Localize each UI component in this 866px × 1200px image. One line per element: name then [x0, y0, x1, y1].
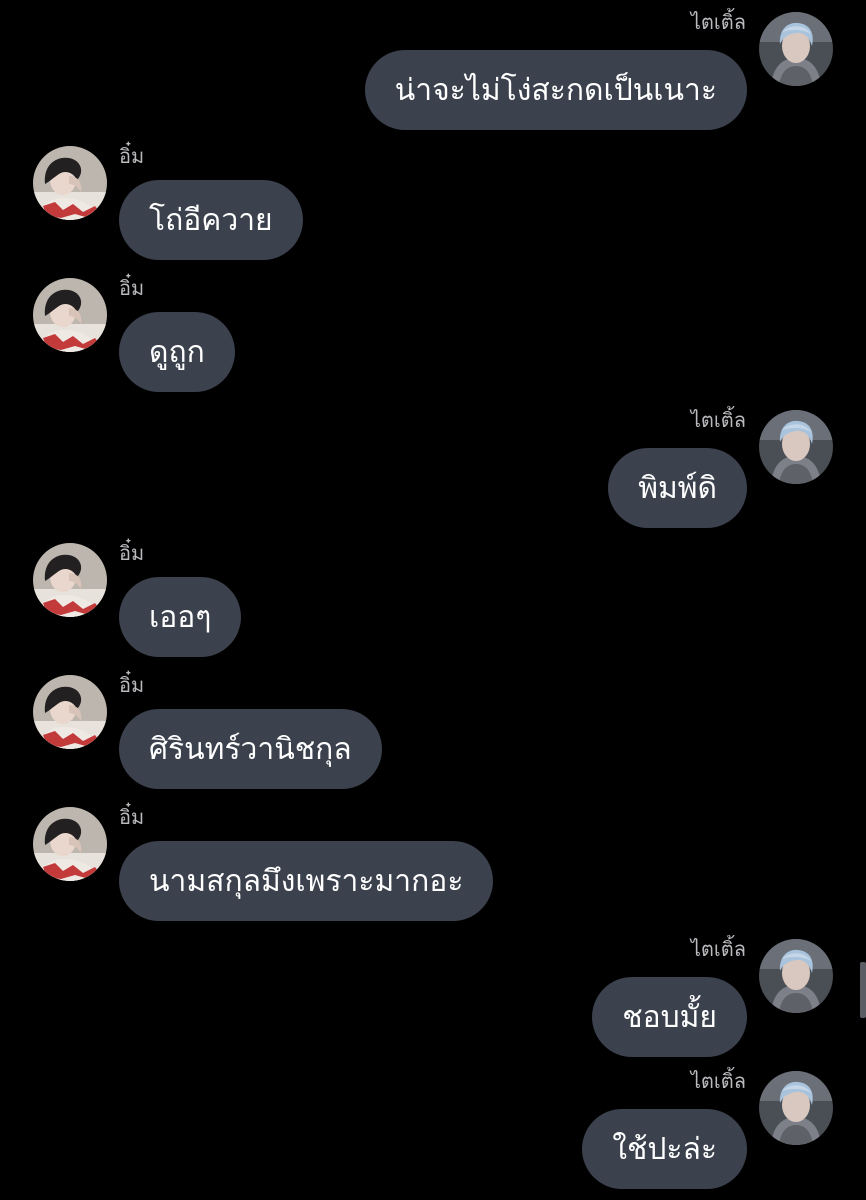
profile-photo-dark-hair-icon	[33, 278, 107, 352]
message-bubble-incoming[interactable]: นามสกุลมึงเพราะมากอะ	[119, 841, 494, 921]
message-bubble-outgoing[interactable]: น่าจะไม่โง่สะกดเป็นเนาะ	[364, 50, 747, 130]
avatar[interactable]	[33, 675, 107, 749]
message-bubble-outgoing[interactable]: พิมพ์ดิ	[608, 448, 747, 528]
avatar[interactable]	[759, 1071, 833, 1145]
message-bubble-outgoing[interactable]: ชอบมั้ย	[592, 977, 747, 1057]
scrollbar-thumb[interactable]	[860, 962, 866, 1018]
sender-name: ไตเติ้ล	[690, 10, 746, 34]
sender-name: อิ๋ม	[119, 144, 145, 168]
message-bubble-incoming[interactable]: ดูถูก	[119, 312, 235, 392]
avatar[interactable]	[759, 12, 833, 86]
sender-name: อิ๋ม	[119, 276, 145, 300]
profile-photo-light-hair-icon	[759, 410, 833, 484]
profile-photo-light-hair-icon	[759, 939, 833, 1013]
profile-photo-light-hair-icon	[759, 1071, 833, 1145]
message-bubble-outgoing[interactable]: ใช้ปะล่ะ	[582, 1109, 747, 1189]
sender-name: อิ๋ม	[119, 805, 145, 829]
avatar[interactable]	[33, 543, 107, 617]
avatar[interactable]	[33, 807, 107, 881]
profile-photo-light-hair-icon	[759, 12, 833, 86]
message-bubble-incoming[interactable]: เออๆ	[119, 577, 242, 657]
message-bubble-incoming[interactable]: โถ่อีควาย	[119, 180, 303, 260]
avatar[interactable]	[759, 410, 833, 484]
sender-name: ไตเติ้ล	[690, 408, 746, 432]
chat-thread[interactable]: ไตเติ้ล น่าจะไม่โง่สะกดเป็นเนาะ อิ๋ม โถ่…	[0, 0, 866, 1200]
sender-name: ไตเติ้ล	[690, 1069, 746, 1093]
avatar[interactable]	[33, 278, 107, 352]
avatar[interactable]	[33, 146, 107, 220]
sender-name: ไตเติ้ล	[690, 937, 746, 961]
sender-name: อิ๋ม	[119, 673, 145, 697]
avatar[interactable]	[759, 939, 833, 1013]
profile-photo-dark-hair-icon	[33, 675, 107, 749]
profile-photo-dark-hair-icon	[33, 807, 107, 881]
sender-name: อิ๋ม	[119, 541, 145, 565]
message-bubble-incoming[interactable]: ศิรินทร์วานิชกุล	[119, 709, 382, 789]
profile-photo-dark-hair-icon	[33, 543, 107, 617]
profile-photo-dark-hair-icon	[33, 146, 107, 220]
